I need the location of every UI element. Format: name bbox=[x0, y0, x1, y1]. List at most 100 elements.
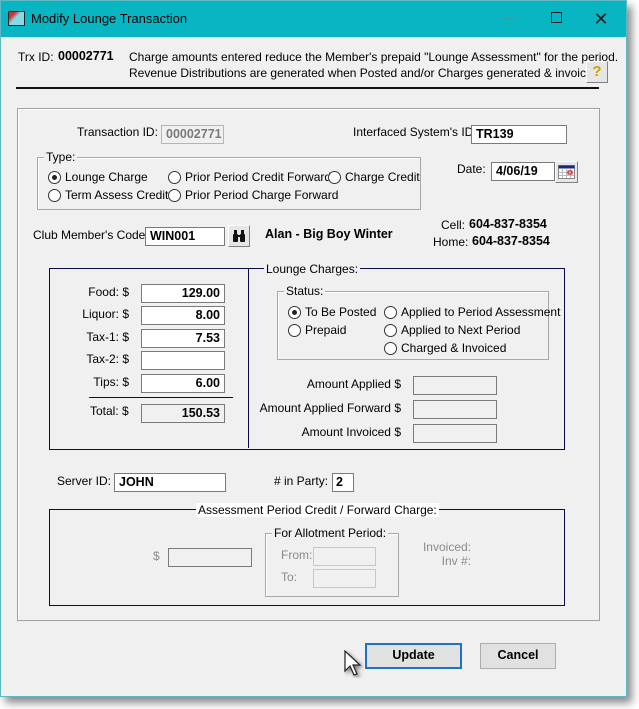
cell-phone-value: 604-837-8354 bbox=[469, 217, 547, 231]
charge-label: Liquor: $ bbox=[82, 307, 129, 321]
charge-amount-input[interactable]: 129.00 bbox=[141, 284, 225, 303]
charge-label: Tax-2: $ bbox=[86, 352, 129, 366]
minimize-button[interactable]: — bbox=[495, 7, 525, 31]
charge-label: Food: $ bbox=[88, 285, 129, 299]
radio-unselected-icon bbox=[168, 170, 181, 184]
help-question-icon: ? bbox=[592, 63, 602, 80]
from-label: From: bbox=[281, 548, 313, 562]
date-label: Date: bbox=[457, 162, 486, 176]
total-field: 150.53 bbox=[141, 404, 225, 423]
radio-unselected-icon bbox=[288, 323, 301, 337]
transaction-id-field: 00002771 bbox=[161, 125, 224, 144]
transaction-id-label: Transaction ID: bbox=[77, 125, 158, 139]
member-code-label: Club Member's Code: bbox=[33, 228, 149, 242]
amount-invoiced-label: Amount Invoiced $ bbox=[301, 425, 401, 439]
status-option-label: Charged & Invoiced bbox=[401, 341, 507, 355]
close-button[interactable]: ✕ bbox=[586, 7, 616, 31]
status-option-label: Applied to Period Assessment bbox=[401, 305, 561, 319]
title-bar[interactable]: Modify Lounge Transaction — ✕ bbox=[1, 1, 626, 37]
mouse-pointer-icon bbox=[344, 650, 362, 676]
cell-label: Cell: bbox=[441, 218, 466, 232]
amount-applied-field bbox=[413, 376, 497, 395]
party-size-label: # in Party: bbox=[274, 474, 329, 488]
type-radio-prior-period-credit-forward[interactable]: Prior Period Credit Forward bbox=[168, 170, 331, 184]
radio-unselected-icon bbox=[384, 305, 397, 319]
party-size-input[interactable]: 2 bbox=[332, 473, 354, 492]
type-option-label: Prior Period Charge Forward bbox=[185, 188, 339, 202]
member-lookup-button[interactable] bbox=[228, 225, 250, 247]
to-label: To: bbox=[281, 570, 298, 584]
info-message-line-1: Charge amounts entered reduce the Member… bbox=[129, 50, 619, 64]
status-radio-charged-invoiced[interactable]: Charged & Invoiced bbox=[384, 341, 506, 355]
type-option-label: Term Assess Credit bbox=[65, 188, 169, 202]
status-legend: Status: bbox=[284, 284, 326, 298]
status-radio-applied-to-period-assessment[interactable]: Applied to Period Assessment bbox=[384, 305, 560, 319]
charge-amount-input[interactable]: 7.53 bbox=[141, 329, 225, 348]
member-name: Alan - Big Boy Winter bbox=[265, 227, 393, 241]
info-message-line-2: Revenue Distributions are generated when… bbox=[129, 66, 603, 80]
date-input[interactable]: 4/06/19 bbox=[491, 162, 555, 181]
help-button[interactable]: ? bbox=[586, 61, 608, 83]
home-phone-value: 604-837-8354 bbox=[472, 234, 550, 248]
invoiced-label: Invoiced: bbox=[422, 540, 471, 554]
trx-id-label: Trx ID: bbox=[18, 50, 54, 64]
charges-divider bbox=[248, 268, 249, 448]
charge-amount-input[interactable]: 6.00 bbox=[141, 374, 225, 393]
allotment-period-legend: For Allotment Period: bbox=[272, 526, 389, 540]
server-id-label: Server ID: bbox=[57, 474, 112, 488]
status-option-label: To Be Posted bbox=[305, 305, 377, 319]
modify-lounge-transaction-dialog: Modify Lounge Transaction — ✕ Trx ID: 00… bbox=[0, 0, 627, 697]
charge-label: Tips: $ bbox=[93, 375, 129, 389]
lounge-charges-legend: Lounge Charges: bbox=[264, 262, 361, 276]
status-radio-prepaid[interactable]: Prepaid bbox=[288, 323, 346, 337]
type-radio-lounge-charge[interactable]: Lounge Charge bbox=[48, 170, 148, 184]
type-option-label: Prior Period Credit Forward bbox=[185, 170, 332, 184]
status-radio-applied-to-next-period[interactable]: Applied to Next Period bbox=[384, 323, 520, 337]
header-divider bbox=[16, 87, 599, 89]
charge-label: Tax-1: $ bbox=[86, 330, 129, 344]
member-code-input[interactable]: WIN001 bbox=[145, 227, 225, 246]
radio-unselected-icon bbox=[328, 170, 341, 184]
radio-selected-icon bbox=[288, 305, 301, 319]
calendar-button[interactable] bbox=[555, 161, 578, 183]
binoculars-icon bbox=[233, 230, 245, 242]
charge-amount-input[interactable] bbox=[141, 351, 225, 370]
total-label: Total: $ bbox=[90, 404, 129, 418]
type-option-label: Charge Credit bbox=[345, 170, 420, 184]
amount-applied-forward-label: Amount Applied Forward $ bbox=[259, 401, 401, 415]
interfaced-system-id-input[interactable]: TR139 bbox=[471, 125, 567, 144]
trx-id-value: 00002771 bbox=[58, 49, 114, 63]
interfaced-system-id-label: Interfaced System's ID: bbox=[353, 125, 477, 139]
type-option-label: Lounge Charge bbox=[65, 170, 148, 184]
maximize-icon bbox=[550, 11, 562, 23]
radio-unselected-icon bbox=[48, 188, 61, 202]
assessment-amount-field bbox=[168, 548, 252, 567]
server-id-input[interactable]: JOHN bbox=[114, 473, 226, 492]
window-title: Modify Lounge Transaction bbox=[31, 11, 188, 26]
to-period-field bbox=[313, 569, 376, 588]
status-option-label: Applied to Next Period bbox=[401, 323, 521, 337]
amount-applied-label: Amount Applied $ bbox=[306, 377, 401, 391]
radio-unselected-icon bbox=[384, 341, 397, 355]
invoice-number-label: Inv #: bbox=[441, 554, 471, 568]
amount-applied-forward-field bbox=[413, 400, 497, 419]
status-option-label: Prepaid bbox=[305, 323, 347, 337]
home-label: Home: bbox=[433, 235, 469, 249]
calendar-icon bbox=[558, 165, 575, 179]
type-radio-charge-credit[interactable]: Charge Credit bbox=[328, 170, 420, 184]
type-radio-prior-period-charge-forward[interactable]: Prior Period Charge Forward bbox=[168, 188, 338, 202]
from-period-field bbox=[313, 547, 376, 566]
update-button[interactable]: Update bbox=[365, 643, 462, 669]
app-icon bbox=[8, 11, 25, 26]
maximize-button[interactable] bbox=[541, 7, 571, 31]
cancel-button[interactable]: Cancel bbox=[480, 643, 556, 669]
type-radio-term-assess-credit[interactable]: Term Assess Credit bbox=[48, 188, 168, 202]
charge-amount-input[interactable]: 8.00 bbox=[141, 306, 225, 325]
status-radio-to-be-posted[interactable]: To Be Posted bbox=[288, 305, 376, 319]
type-legend: Type: bbox=[44, 150, 78, 164]
assessment-dollar-label: $ bbox=[153, 549, 160, 563]
total-divider bbox=[89, 397, 233, 398]
assessment-legend: Assessment Period Credit / Forward Charg… bbox=[196, 503, 439, 517]
radio-selected-icon bbox=[48, 170, 61, 184]
radio-unselected-icon bbox=[168, 188, 181, 202]
